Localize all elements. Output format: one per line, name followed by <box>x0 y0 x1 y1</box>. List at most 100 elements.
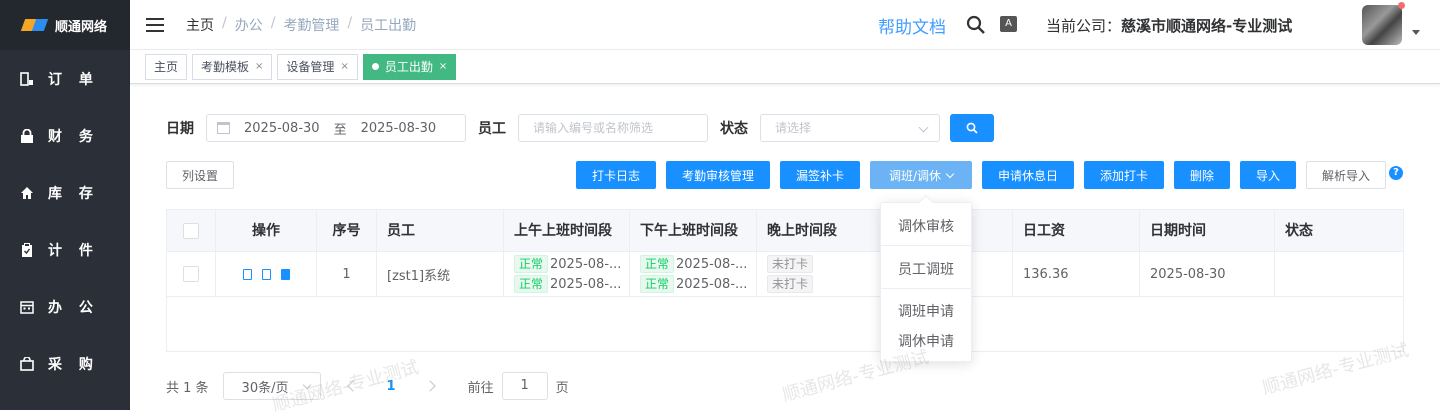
state-cell <box>1275 252 1403 296</box>
total-count: 共 1 条 <box>166 380 209 396</box>
sidebar-item-label: 采 购 <box>48 356 99 373</box>
current-company: 当前公司：慈溪市顺通网络-专业测试 <box>1046 15 1292 36</box>
table-header: 操作 序号 员工 上午上班时间段 下午上班时间段 晚上时间段 日工资 日期时间 … <box>167 210 1403 252</box>
table-row[interactable]: 1 [zst1]系统 正常 2025-08-... 正常 2025-08-... 正… <box>167 252 1403 297</box>
tag-label: 员工出勤 <box>384 60 433 74</box>
sidebar-item-piecework[interactable]: 计 件 <box>0 221 130 278</box>
column-header: 序号 <box>317 210 377 252</box>
attendance-review-button[interactable]: 考勤审核管理 <box>666 161 770 189</box>
date-range-picker[interactable]: 2025-08-30 至 2025-08-30 <box>206 114 466 142</box>
dropdown-arrow <box>918 194 934 210</box>
shopping-icon <box>20 356 34 371</box>
clipboard-icon[interactable] <box>280 268 290 280</box>
dropdown-item-leave-review[interactable]: 调休审核 <box>881 216 971 236</box>
punch-log-button[interactable]: 打卡日志 <box>576 161 656 189</box>
time-text: 2025-08-... <box>550 276 622 292</box>
import-button[interactable]: 导入 <box>1240 161 1296 189</box>
sidebar-item-office[interactable]: 办 公 <box>0 278 130 335</box>
breadcrumb-item[interactable]: 主页 <box>186 15 214 35</box>
next-page-icon[interactable] <box>423 380 436 392</box>
wage-cell: 136.36 <box>1013 252 1140 296</box>
menu-toggle-icon[interactable] <box>146 17 164 32</box>
calendar-icon <box>217 122 230 134</box>
top-header: 主页 / 办公 / 考勤管理 / 员工出勤 帮助文档 A 当前公司：慈溪市顺通网… <box>130 0 1440 50</box>
column-header: 日期时间 <box>1140 210 1275 252</box>
close-icon[interactable]: × <box>340 61 348 72</box>
logo-icon <box>23 17 49 33</box>
sidebar-item-label: 财 务 <box>48 128 99 145</box>
tag-employee-attendance[interactable]: 员工出勤 × <box>362 53 457 80</box>
parse-import-button[interactable]: 解析导入 <box>1306 161 1386 189</box>
dropdown-item-leave-apply[interactable]: 调休申请 <box>881 331 971 351</box>
morning-entry: 正常 2025-08-... <box>514 255 621 273</box>
apply-rest-day-button[interactable]: 申请休息日 <box>982 161 1074 189</box>
breadcrumb-separator: / <box>222 14 227 31</box>
column-header: 状态 <box>1285 223 1313 239</box>
status-label: 状态 <box>720 121 748 137</box>
select-all-checkbox[interactable] <box>183 223 199 239</box>
caret-down-icon[interactable] <box>1412 30 1420 35</box>
active-dot-icon <box>371 63 379 70</box>
prev-page-icon[interactable] <box>346 380 359 392</box>
dropdown-item-shift-apply[interactable]: 调班申请 <box>881 301 971 321</box>
avatar[interactable] <box>1362 5 1402 45</box>
time-text: 2025-08-... <box>676 276 748 292</box>
current-page[interactable]: 1 <box>387 379 396 394</box>
tag-home[interactable]: 主页 <box>145 53 188 80</box>
date-separator: 至 <box>333 122 347 138</box>
clipboard-icon <box>22 242 32 257</box>
status-select[interactable]: 请选择 <box>760 114 940 142</box>
dropdown-divider <box>881 288 971 289</box>
tag-device-management[interactable]: 设备管理 × <box>277 53 358 80</box>
afternoon-entry: 正常 2025-08-... <box>640 275 747 293</box>
lock-icon <box>21 128 33 143</box>
close-icon[interactable]: × <box>439 61 447 72</box>
sidebar-item-label: 办 公 <box>48 299 99 316</box>
status-placeholder: 请选择 <box>775 121 812 135</box>
date-end[interactable]: 2025-08-30 <box>361 121 437 136</box>
search-icon[interactable] <box>966 15 986 35</box>
page-size-select[interactable]: 30条/页 <box>222 372 321 400</box>
status-badge: 正常 <box>640 255 675 273</box>
employee-search-input[interactable]: 请输入编号或名称筛选 <box>518 114 708 142</box>
sidebar-item-label: 库 存 <box>48 185 99 202</box>
date-start[interactable]: 2025-08-30 <box>244 121 320 136</box>
sidebar: 顺通网络 订 单 财 务 库 存 计 件 办 公 采 购 <box>0 0 130 410</box>
missed-punch-button[interactable]: 漏签补卡 <box>780 161 860 189</box>
tags-view: 主页 考勤模板 × 设备管理 × 员工出勤 × <box>130 50 1440 84</box>
goto-label: 前往 <box>467 380 494 396</box>
tag-label: 设备管理 <box>286 60 335 74</box>
help-docs-link[interactable]: 帮助文档 <box>878 13 946 38</box>
select-all-cell <box>167 210 216 252</box>
sidebar-item-purchase[interactable]: 采 购 <box>0 335 130 392</box>
company-label: 当前公司： <box>1046 17 1122 35</box>
dropdown-item-shift-change[interactable]: 员工调班 <box>881 259 971 279</box>
sidebar-item-order[interactable]: 订 单 <box>0 50 130 107</box>
home-icon <box>21 186 33 199</box>
sidebar-item-label: 订 单 <box>48 71 99 88</box>
page-size-value: 30条/页 <box>241 380 289 396</box>
calendar-icon <box>20 300 34 314</box>
delete-icon[interactable] <box>261 268 271 280</box>
sidebar-item-inventory[interactable]: 库 存 <box>0 164 130 221</box>
column-settings-button[interactable]: 列设置 <box>166 161 234 189</box>
breadcrumb-item: 员工出勤 <box>360 17 417 34</box>
goto-page-input[interactable]: 1 <box>501 372 548 400</box>
add-punch-button[interactable]: 添加打卡 <box>1084 161 1164 189</box>
tag-attendance-template[interactable]: 考勤模板 × <box>192 53 273 80</box>
actions-cell <box>216 252 317 296</box>
column-header: 员工 <box>377 210 504 252</box>
sidebar-item-finance[interactable]: 财 务 <box>0 107 130 164</box>
row-checkbox[interactable] <box>183 266 199 282</box>
help-icon[interactable]: ? <box>1389 166 1403 180</box>
delete-button[interactable]: 删除 <box>1174 161 1230 189</box>
close-icon[interactable]: × <box>255 61 263 72</box>
search-button[interactable] <box>950 114 994 142</box>
shift-leave-dropdown-button[interactable]: 调班/调休 <box>870 161 972 189</box>
time-text: 2025-08-... <box>676 256 748 272</box>
edit-icon[interactable] <box>242 268 252 280</box>
evening-entry: 未打卡 <box>767 255 814 273</box>
filter-bar: 日期 2025-08-30 至 2025-08-30 员工 请输入编号或名称筛选… <box>166 114 994 142</box>
date-label: 日期 <box>166 121 194 137</box>
font-size-icon[interactable]: A <box>1000 16 1017 32</box>
